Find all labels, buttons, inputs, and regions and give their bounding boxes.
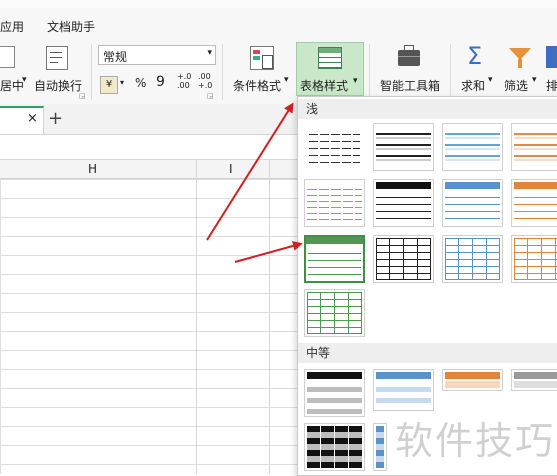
- watermark-text: 软件技巧: [395, 419, 556, 463]
- arrow-to-table-style: [206, 102, 294, 241]
- arrow-to-green-style: [234, 241, 303, 263]
- annotation-arrows: [206, 102, 303, 263]
